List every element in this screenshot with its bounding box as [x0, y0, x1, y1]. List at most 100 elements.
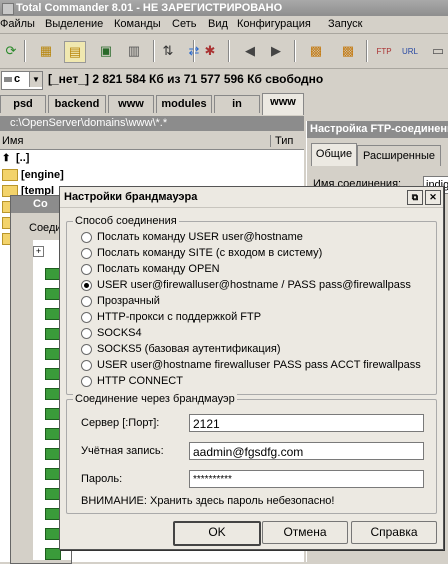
toolbar-separator	[294, 40, 296, 62]
radio-icon[interactable]	[81, 359, 92, 371]
firewall-connection-caption: Соединение через брандмауэр	[73, 393, 237, 405]
back-icon[interactable]: ◀	[240, 41, 260, 61]
method-label: HTTP-прокси с поддержкой FTP	[97, 311, 262, 323]
folder-icon	[2, 169, 18, 182]
folder-tab[interactable]: in	[214, 95, 260, 113]
radio-icon[interactable]	[81, 375, 92, 387]
help-button[interactable]: Справка	[351, 521, 437, 544]
close-icon[interactable]: ✕	[425, 190, 441, 205]
method-option[interactable]: SOCKS5 (базовая аутентификация)	[81, 342, 281, 356]
method-label: Послать команду OPEN	[97, 263, 220, 275]
method-option-selected[interactable]: USER user@firewalluser@hostname / PASS p…	[81, 278, 411, 292]
radio-icon[interactable]	[81, 343, 92, 355]
folder-tab[interactable]: www	[108, 95, 154, 113]
radio-icon[interactable]	[81, 311, 92, 323]
list-item[interactable]: ⬆ [..]	[2, 152, 29, 166]
radio-checked-icon[interactable]	[81, 279, 92, 291]
app-title: Total Commander 8.01 - НЕ ЗАРЕГИСТРИРОВА…	[16, 2, 283, 14]
method-label: HTTP CONNECT	[97, 375, 183, 387]
method-label: SOCKS4	[97, 327, 142, 339]
current-path: c:\OpenServer\domains\www\*.*	[10, 117, 168, 129]
server-label: Сервер [:Порт]:	[81, 417, 160, 429]
tree-icon[interactable]: ▥	[124, 41, 144, 61]
full-view-icon[interactable]: ▤	[64, 41, 86, 63]
server-input[interactable]: 2121	[189, 414, 424, 432]
brief-view-icon[interactable]: ▦	[36, 41, 56, 61]
password-input[interactable]: **********	[189, 470, 424, 488]
method-label: Послать команду SITE (с входом в систему…	[97, 247, 323, 259]
refresh-icon[interactable]: ⟳	[1, 41, 21, 61]
radio-icon[interactable]	[81, 295, 92, 307]
toolbar-separator	[228, 40, 230, 62]
drive-free-space: [_нет_] 2 821 584 Кб из 71 577 596 Кб св…	[48, 72, 324, 86]
method-option[interactable]: Прозрачный	[81, 294, 160, 308]
folder-tab[interactable]: modules	[156, 95, 212, 113]
method-option[interactable]: Послать команду OPEN	[81, 262, 220, 276]
pack-icon[interactable]: ▩	[306, 41, 326, 61]
column-header: Имя Тип	[0, 133, 304, 150]
method-option[interactable]: HTTP CONNECT	[81, 374, 183, 388]
cancel-button[interactable]: Отмена	[262, 521, 348, 544]
folder-tabs: psd backend www modules in www	[0, 93, 448, 115]
ftp-disconnect-icon[interactable]: ▭	[428, 41, 448, 61]
account-input[interactable]: aadmin@fgsdfg.com	[189, 442, 424, 460]
unpack-icon[interactable]: ▩	[338, 41, 358, 61]
ftp-connect-icon[interactable]: FTP	[374, 41, 394, 61]
up-arrow-icon: ⬆	[2, 153, 11, 164]
radio-icon[interactable]	[81, 263, 92, 275]
menu-configuration[interactable]: Конфигурация	[237, 18, 311, 30]
ok-button[interactable]: OK	[173, 521, 261, 546]
method-option[interactable]: Послать команду SITE (с входом в систему…	[81, 246, 322, 260]
toolbar-separator	[24, 40, 26, 62]
toolbar: ⟳ ▦ ▤ ▣ ▥ ⇅ ⇄ ✱ ◀ ▶ ▩ ▩ FTP URL ▭	[0, 34, 448, 69]
path-bar[interactable]: c:\OpenServer\domains\www\*.*	[0, 116, 304, 131]
method-option[interactable]: HTTP-прокси с поддержкой FTP	[81, 310, 261, 324]
tab-advanced[interactable]: Расширенные	[357, 145, 441, 166]
tab-general[interactable]: Общие	[311, 143, 357, 166]
help-icon[interactable]: ⧉	[407, 190, 423, 205]
list-item[interactable]: [engine]	[2, 169, 64, 183]
method-option[interactable]: USER user@hostname firewalluser PASS pas…	[81, 358, 421, 372]
chevron-down-icon[interactable]: ▼	[29, 72, 42, 87]
ftp-settings-title: Настройка FTP-соединения	[307, 121, 448, 138]
method-option[interactable]: SOCKS4	[81, 326, 142, 340]
method-label: USER user@hostname firewalluser PASS pas…	[97, 359, 421, 371]
drive-selector[interactable]: c ▼	[1, 71, 43, 90]
connection-method-group: Способ соединения Послать команду USER u…	[66, 215, 437, 395]
menu-network[interactable]: Сеть	[172, 18, 196, 30]
firewall-settings-dialog: Настройки брандмауэра ⧉ ✕ Способ соедине…	[59, 186, 444, 550]
column-name-header[interactable]: Имя	[2, 135, 23, 147]
invert-selection-icon[interactable]: ✱	[200, 41, 220, 61]
menu-view[interactable]: Вид	[208, 18, 228, 30]
folder-tab[interactable]: psd	[0, 95, 46, 113]
forward-icon[interactable]: ▶	[266, 41, 286, 61]
toolbar-separator	[153, 40, 155, 62]
radio-icon[interactable]	[81, 231, 92, 243]
url-connect-icon[interactable]: URL	[400, 41, 420, 61]
method-label: Прозрачный	[97, 295, 160, 307]
menu-launch[interactable]: Запуск	[328, 18, 362, 30]
toolbar-separator	[366, 40, 368, 62]
folder-tab[interactable]: backend	[48, 95, 106, 113]
radio-icon[interactable]	[81, 247, 92, 259]
radio-icon[interactable]	[81, 327, 92, 339]
firewall-connection-group: Соединение через брандмауэр Сервер [:Пор…	[66, 393, 437, 514]
app-title-bar: Total Commander 8.01 - НЕ ЗАРЕГИСТРИРОВА…	[0, 0, 448, 16]
connect-window-tab[interactable]: Соеди	[29, 222, 62, 234]
folder-tab-active[interactable]: www	[262, 93, 304, 115]
app-icon	[2, 3, 14, 15]
method-label: SOCKS5 (базовая аутентификация)	[97, 343, 281, 355]
method-option[interactable]: Послать команду USER user@hostname	[81, 230, 303, 244]
connection-method-caption: Способ соединения	[73, 215, 179, 227]
expand-icon[interactable]: +	[33, 246, 44, 257]
account-label: Учётная запись:	[81, 445, 164, 457]
menu-commands[interactable]: Команды	[114, 18, 161, 30]
menu-files[interactable]: Файлы	[0, 18, 35, 30]
method-label: Послать команду USER user@hostname	[97, 231, 303, 243]
menu-selection[interactable]: Выделение	[45, 18, 103, 30]
warning-text: ВНИМАНИЕ: Хранить здесь пароль небезопас…	[81, 495, 335, 507]
thumbnails-icon[interactable]: ▣	[96, 41, 116, 61]
column-type-header[interactable]: Тип	[270, 135, 293, 147]
menu-bar: Файлы Выделение Команды Сеть Вид Конфигу…	[0, 16, 448, 34]
sort-icon[interactable]: ⇅	[158, 41, 178, 61]
